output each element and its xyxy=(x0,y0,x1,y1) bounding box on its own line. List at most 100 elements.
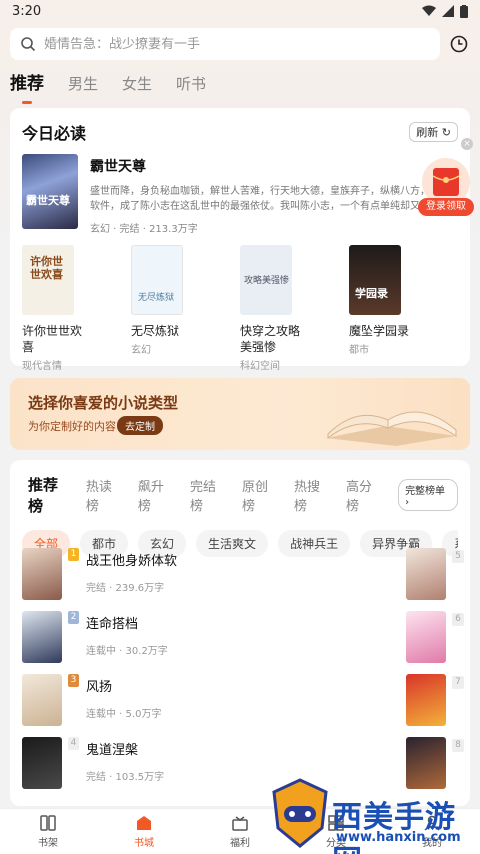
login-reward-label: 登录领取 xyxy=(418,198,474,216)
rank-row[interactable]: 3 风扬 连载中 · 5.0万字 7 xyxy=(22,674,464,737)
rank-meta: 连载中 · 5.0万字 xyxy=(86,709,162,720)
rank-body: 鬼道涅槃 完结 · 103.5万字 xyxy=(86,737,164,783)
ranking-card: 推荐榜 热读榜 飙升榜 完结榜 原创榜 热搜榜 高分榜 完整榜单 › 全部 都市… xyxy=(10,460,470,806)
open-book-icon xyxy=(326,411,457,446)
rank-cover[interactable] xyxy=(22,737,62,789)
book-cover[interactable]: 学园录 xyxy=(349,245,401,315)
watermark: 西美手游网 www.hanxin.com xyxy=(270,772,480,854)
refresh-icon: ↻ xyxy=(441,126,451,139)
rank-right-number: 5 xyxy=(452,550,464,563)
book-tag: 现代言情 xyxy=(22,361,62,372)
rank-tab-rising[interactable]: 飙升榜 xyxy=(138,476,176,514)
featured-cover-text: 霸世天尊 xyxy=(26,194,70,207)
nav-bookstore[interactable]: 书城 xyxy=(96,809,192,854)
rank-meta: 完结 · 239.6万字 xyxy=(86,583,165,594)
rank-row[interactable]: 2 连命搭档 连载中 · 30.2万字 6 xyxy=(22,611,464,674)
rank-title[interactable]: 连命搭档 xyxy=(86,613,168,632)
book-cover[interactable]: 许你世世欢喜 xyxy=(22,245,74,315)
book-tag: 科幻空间 xyxy=(240,361,280,372)
rank-title[interactable]: 战王他身娇体软 xyxy=(86,550,177,569)
rank-right-number: 7 xyxy=(452,676,464,689)
status-icons xyxy=(422,4,468,18)
rank-tab-hot-search[interactable]: 热搜榜 xyxy=(294,476,332,514)
grid-book[interactable]: 无尽炼狱 无尽炼狱 玄幻 xyxy=(131,245,240,372)
rank-badge: 1 xyxy=(68,548,79,561)
rank-tab-hot-read[interactable]: 热读榜 xyxy=(86,476,124,514)
rank-badge: 4 xyxy=(68,737,79,750)
featured-meta: 玄幻 · 完结 · 213.3万字 xyxy=(90,224,198,235)
watermark-url: www.hanxin.com xyxy=(336,830,461,845)
featured-desc: 盛世而降，身负秘血咖锁，解世人苦难，行天地大德，皇族弃子，纵横八方，前药软件，成… xyxy=(90,186,450,212)
rank-tabs: 推荐榜 热读榜 飙升榜 完结榜 原创榜 热搜榜 高分榜 完整榜单 › xyxy=(10,460,470,516)
full-ranking-button[interactable]: 完整榜单 › xyxy=(398,479,459,511)
search-row xyxy=(10,28,470,60)
featured-book[interactable]: 霸世天尊 霸世天尊 盛世而降，身负秘血咖锁，解世人苦难，行天地大德，皇族弃子，纵… xyxy=(10,144,470,235)
rank-right-cover[interactable] xyxy=(406,674,446,726)
rank-badge: 2 xyxy=(68,611,79,624)
rank-right-number: 6 xyxy=(452,613,464,626)
rank-right-cover[interactable] xyxy=(406,611,446,663)
search-icon xyxy=(21,37,36,52)
book-title[interactable]: 无尽炼狱 xyxy=(131,323,191,339)
featured-title[interactable]: 霸世天尊 xyxy=(90,156,458,176)
book-title[interactable]: 许你世世欢喜 xyxy=(22,323,82,355)
clock-icon xyxy=(450,35,468,53)
close-float-button[interactable]: × xyxy=(461,138,473,150)
search-box[interactable] xyxy=(10,28,441,60)
rank-body: 战王他身娇体软 完结 · 239.6万字 xyxy=(86,548,177,594)
book-title[interactable]: 快穿之攻略美强惨 xyxy=(240,323,300,355)
gift-icon xyxy=(232,816,248,831)
rank-meta: 完结 · 103.5万字 xyxy=(86,772,165,783)
top-tabs: 推荐 男生 女生 听书 xyxy=(10,68,206,104)
rank-title[interactable]: 鬼道涅槃 xyxy=(86,739,164,758)
rank-cover[interactable] xyxy=(22,674,62,726)
book-cover-text: 学园录 xyxy=(355,287,388,300)
refresh-label: 刷新 xyxy=(416,126,439,139)
rank-right-number: 8 xyxy=(452,739,464,752)
book-cover[interactable]: 无尽炼狱 xyxy=(131,245,183,315)
wifi-icon xyxy=(422,5,436,16)
tab-male[interactable]: 男生 xyxy=(68,73,98,100)
featured-body: 霸世天尊 盛世而降，身负秘血咖锁，解世人苦难，行天地大德，皇族弃子，纵横八方，前… xyxy=(90,154,458,235)
rank-tab-high-score[interactable]: 高分榜 xyxy=(346,476,384,514)
rank-title[interactable]: 风扬 xyxy=(86,676,161,695)
rank-meta: 连载中 · 30.2万字 xyxy=(86,646,168,657)
search-input[interactable] xyxy=(44,36,424,52)
refresh-button[interactable]: 刷新 ↻ xyxy=(409,122,458,142)
rank-cover[interactable] xyxy=(22,611,62,663)
bookstore-icon xyxy=(137,816,151,830)
full-ranking-label: 完整榜单 xyxy=(405,486,446,497)
today-card: 今日必读 刷新 ↻ 霸世天尊 霸世天尊 盛世而降，身负秘血咖锁，解世人苦难，行天… xyxy=(10,108,470,372)
rank-tab-finished[interactable]: 完结榜 xyxy=(190,476,228,514)
book-grid: 许你世世欢喜 许你世世欢喜 现代言情 无尽炼狱 无尽炼狱 玄幻 攻略美强惨 快穿… xyxy=(10,235,470,372)
today-title: 今日必读 xyxy=(22,124,87,143)
rank-right-cover[interactable] xyxy=(406,548,446,600)
chevron-right-icon: › xyxy=(405,497,410,508)
tab-recommend[interactable]: 推荐 xyxy=(10,69,44,104)
login-reward-float[interactable]: 登录领取 xyxy=(418,158,474,216)
nav-label: 书架 xyxy=(38,838,58,849)
grid-book[interactable]: 学园录 魔坠学园录 都市 xyxy=(349,245,458,372)
close-icon: × xyxy=(463,139,471,149)
rank-row[interactable]: 1 战王他身娇体软 完结 · 239.6万字 5 xyxy=(22,548,464,611)
battery-icon xyxy=(460,4,468,18)
grid-book[interactable]: 许你世世欢喜 许你世世欢喜 现代言情 xyxy=(22,245,131,372)
nav-label: 书城 xyxy=(134,838,154,849)
customize-button[interactable]: 去定制 xyxy=(117,416,163,435)
nav-label: 福利 xyxy=(230,838,250,849)
rank-list: 1 战王他身娇体软 完结 · 239.6万字 5 2 连命搭档 连载中 · 30… xyxy=(22,548,464,800)
rank-cover[interactable] xyxy=(22,548,62,600)
grid-book[interactable]: 攻略美强惨 快穿之攻略美强惨 科幻空间 xyxy=(240,245,349,372)
history-button[interactable] xyxy=(448,33,470,55)
tab-female[interactable]: 女生 xyxy=(122,73,152,100)
customize-banner[interactable]: 选择你喜爱的小说类型 为你定制好的内容 去定制 xyxy=(10,378,470,450)
bookshelf-icon xyxy=(40,815,56,831)
tab-audiobook[interactable]: 听书 xyxy=(176,73,206,100)
nav-bookshelf[interactable]: 书架 xyxy=(0,809,96,854)
rank-tab-recommend[interactable]: 推荐榜 xyxy=(28,474,72,516)
rank-tab-original[interactable]: 原创榜 xyxy=(242,476,280,514)
featured-cover[interactable]: 霸世天尊 xyxy=(22,154,78,229)
book-title[interactable]: 魔坠学园录 xyxy=(349,323,409,339)
book-cover[interactable]: 攻略美强惨 xyxy=(240,245,292,315)
book-cover-text: 许你世世欢喜 xyxy=(30,255,63,281)
